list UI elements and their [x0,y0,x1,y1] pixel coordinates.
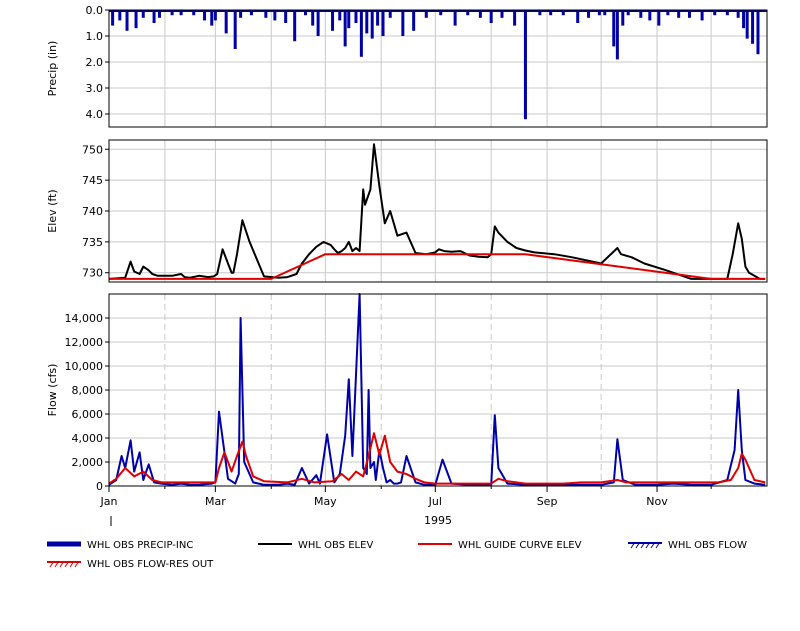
y-tick-label: 735 [82,236,103,249]
y-tick-label: 0.0 [86,4,104,17]
legend-label: WHL GUIDE CURVE ELEV [458,540,582,551]
precip-bar [134,10,138,29]
y-tick-label: 1.0 [86,30,104,43]
x-tick-label: Mar [205,495,226,508]
x-axis-label: 1995 [424,514,452,527]
x-tick-label: May [314,495,337,508]
legend-item: WHL OBS FLOW [628,540,747,551]
legend-item: WHL OBS ELEV [258,540,373,551]
precip-bar [316,10,320,36]
x-tick-label: Sep [537,495,558,508]
y-tick-label: 14,000 [65,312,104,325]
precip-bar [347,10,351,29]
precip-bar [756,10,760,55]
legend: WHL OBS PRECIP-INC WHL OBS ELEV WHL GUIDE … [47,540,747,570]
y-tick-label: 745 [82,174,103,187]
precip-bar [612,10,616,47]
precip-bar [401,10,405,36]
legend-label: WHL OBS PRECIP-INC [87,540,193,551]
precip-bar [615,10,619,60]
y-axis-label: Elev (ft) [46,189,59,232]
panel-3: 0 2,000 4,000 6,000 8,000 10,000 12,000 14,000 F… [46,293,768,527]
plot-area [109,10,767,127]
precip-bar [742,10,746,29]
precip-bar [381,10,385,36]
panel-2: 730 735 740 745 750 Elev (ft) [46,139,768,283]
precip-bar [513,10,517,26]
y-tick-label: 730 [82,267,103,280]
y-tick-label: 3.0 [86,82,104,95]
precip-bar [311,10,315,26]
precip-bar [453,10,457,26]
y-axis-label: Precip (in) [46,41,59,97]
precip-bar [111,10,115,26]
x-tick-label: Jan [100,495,118,508]
y-tick-label: 740 [82,205,103,218]
precip-bar [224,10,228,34]
y-tick-label: 2.0 [86,56,104,69]
precip-bar [370,10,374,39]
legend-item: WHL GUIDE CURVE ELEV [418,540,582,551]
precip-bar [365,10,369,34]
precip-bar [621,10,625,26]
y-tick-label: 750 [82,143,103,156]
precip-bar [331,10,335,31]
legend-item: WHL OBS FLOW-RES OUT [47,559,214,570]
precip-bar [751,10,755,44]
precip-bar [657,10,661,26]
precip-bar [210,10,214,26]
legend-label: WHL OBS ELEV [298,540,373,551]
precip-bar [293,10,297,42]
y-tick-label: 4.0 [86,108,104,121]
precip-bar [412,10,416,31]
hydrograph-chart: 0.0 1.0 2.0 3.0 4.0 Precip (in) 730 735 740 745 75… [46,4,768,570]
precip-bar [125,10,129,31]
y-tick-label: 12,000 [65,336,104,349]
chart-window: 0.0 1.0 2.0 3.0 4.0 Precip (in) 730 735 740 745 75… [0,0,800,627]
legend-item: WHL OBS PRECIP-INC [47,540,193,551]
precip-bar [745,10,749,39]
legend-label: WHL OBS FLOW [668,540,747,551]
precip-bar [376,10,380,26]
legend-label: WHL OBS FLOW-RES OUT [87,559,214,570]
precip-bar [343,10,347,47]
y-axis-label: Flow (cfs) [46,364,59,417]
precip-bar [359,10,363,57]
x-tick-label: Jul [428,495,442,508]
y-tick-label: 0 [96,480,103,493]
y-tick-label: 4,000 [72,432,104,445]
y-tick-label: 10,000 [65,360,104,373]
x-tick-label: Nov [646,495,668,508]
y-tick-label: 6,000 [72,408,104,421]
precip-bar [523,10,527,120]
y-tick-label: 2,000 [72,456,104,469]
panel-1: 0.0 1.0 2.0 3.0 4.0 Precip (in) [46,4,768,128]
precip-bar [233,10,237,49]
y-tick-label: 8,000 [72,384,104,397]
